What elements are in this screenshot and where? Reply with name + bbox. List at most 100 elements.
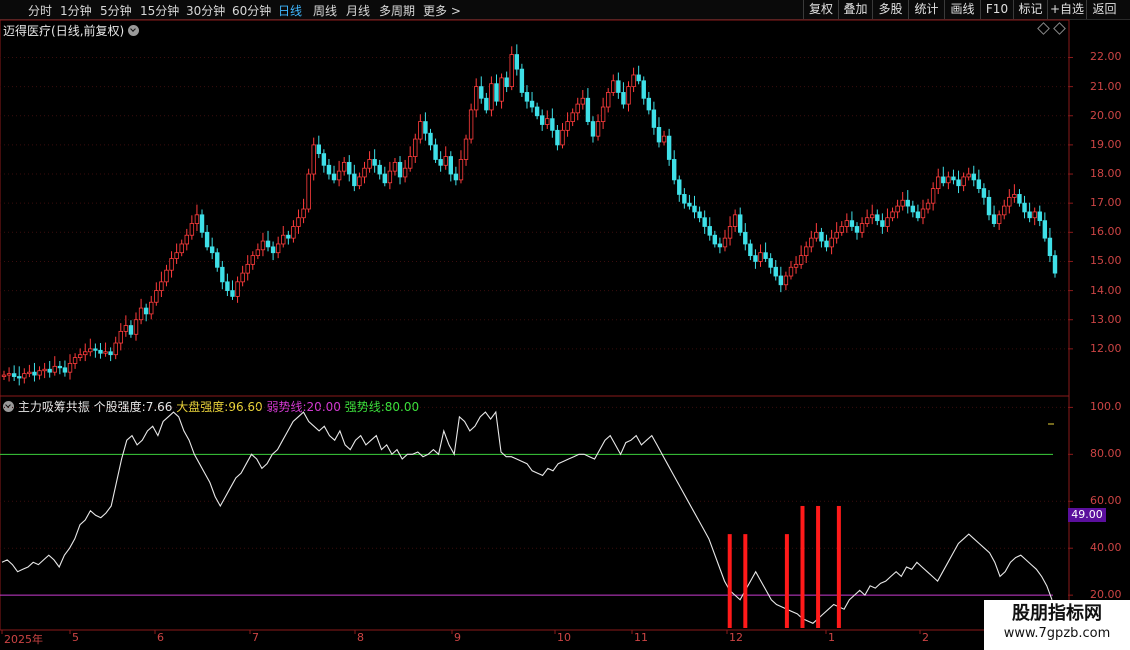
candle-body-152 (773, 266, 778, 277)
price-axis-label: 14.00 (1090, 283, 1122, 297)
candle-body-172 (875, 214, 880, 222)
period-tab-5[interactable]: 60分钟 (232, 2, 271, 19)
toolbar-button-1[interactable]: 叠加 (838, 0, 872, 19)
candle-body-76 (387, 170, 393, 184)
market-strength-label: 大盘强度: (176, 400, 229, 414)
watermark: 股朋指标网 www.7gpzb.com (984, 600, 1130, 650)
period-tab-1[interactable]: 1分钟 (60, 2, 92, 19)
candle-body-71 (362, 167, 367, 178)
signal-bar-0 (727, 534, 732, 628)
candle-body-68 (347, 161, 352, 175)
period-tab-8[interactable]: 月线 (346, 2, 370, 19)
candle-body-148 (753, 255, 758, 262)
candle-body-146 (743, 231, 748, 245)
period-tab-4[interactable]: 30分钟 (186, 2, 225, 19)
candle-body-89 (453, 173, 459, 181)
candle-body-63 (321, 153, 327, 166)
candle-body-131 (666, 135, 672, 160)
price-axis-label: 17.00 (1090, 196, 1122, 210)
candle-body-51 (260, 240, 266, 251)
indicator-dropdown-icon[interactable] (3, 401, 14, 412)
toolbar-button-2[interactable]: 多股 (872, 0, 908, 19)
candle-body-25 (128, 325, 134, 335)
period-tab-9[interactable]: 多周期 (379, 2, 415, 19)
candle-body-1 (6, 373, 12, 376)
period-tab-3[interactable]: 15分钟 (140, 2, 179, 19)
kline-chart[interactable] (0, 0, 1130, 650)
watermark-url: www.7gpzb.com (1003, 626, 1111, 641)
toolbar-button-4[interactable]: 画线 (944, 0, 980, 19)
candle-body-129 (656, 127, 662, 143)
candle-body-124 (631, 74, 636, 88)
candle-body-135 (687, 202, 692, 207)
candle-body-41 (209, 246, 215, 254)
date-axis-label: 1 (828, 631, 835, 644)
candle-body-97 (494, 83, 499, 102)
candle-body-16 (83, 351, 88, 356)
candle-body-80 (407, 156, 413, 169)
period-tab-2[interactable]: 5分钟 (100, 2, 132, 19)
period-tab-10[interactable]: 更多 > (423, 2, 461, 19)
toolbar-button-7[interactable]: +自选 (1047, 0, 1086, 19)
period-tab-0[interactable]: 分时 (28, 2, 52, 19)
candle-body-24 (123, 325, 129, 332)
candle-body-95 (484, 97, 489, 111)
toolbar-button-5[interactable]: F10 (980, 0, 1013, 19)
toolbar-button-3[interactable]: 统计 (908, 0, 944, 19)
candle-body-120 (611, 80, 616, 93)
candle-body-27 (138, 307, 144, 321)
price-axis-label: 21.00 (1090, 79, 1122, 93)
candle-body-61 (311, 144, 316, 175)
candle-body-4 (22, 373, 27, 379)
candle-body-37 (189, 223, 195, 236)
title-dropdown-icon[interactable] (128, 25, 140, 36)
candle-body-88 (448, 156, 454, 175)
candle-body-36 (184, 234, 189, 245)
candle-body-104 (529, 100, 535, 108)
period-tab-7[interactable]: 周线 (313, 2, 337, 19)
candle-body-162 (824, 240, 829, 248)
candle-body-13 (67, 363, 73, 373)
candle-body-107 (545, 118, 550, 125)
candle-body-191 (971, 173, 976, 181)
candle-body-184 (936, 176, 941, 190)
candle-body-153 (778, 275, 784, 286)
candle-body-132 (672, 159, 677, 181)
candle-body-28 (143, 307, 149, 315)
indicator-axis-label: 60.00 (1090, 494, 1122, 508)
toolbar-button-6[interactable]: 标记 (1013, 0, 1047, 19)
candle-body-190 (966, 173, 971, 178)
candle-body-180 (915, 211, 921, 219)
candle-body-33 (169, 258, 174, 271)
diamond-icon[interactable] (1037, 22, 1050, 35)
indicator-axis-label: 100.0 (1090, 400, 1122, 414)
candle-body-53 (270, 246, 276, 254)
candle-body-70 (357, 176, 362, 187)
toolbar-button-0[interactable]: 复权 (803, 0, 838, 19)
date-axis-label: 5 (72, 631, 79, 644)
candle-body-82 (418, 121, 423, 140)
candle-body-165 (839, 226, 844, 233)
candle-body-123 (626, 86, 631, 105)
date-axis-label: 10 (557, 631, 571, 644)
candle-body-11 (57, 365, 63, 369)
candle-body-157 (798, 255, 804, 265)
candle-body-202 (1027, 211, 1032, 219)
candle-body-150 (763, 252, 768, 259)
toolbar-button-8[interactable]: 返回 (1086, 0, 1122, 19)
candle-body-78 (397, 161, 403, 178)
candle-body-32 (164, 269, 169, 283)
candle-body-133 (677, 179, 682, 195)
indicator-axis-label: 80.00 (1090, 447, 1122, 461)
candle-body-186 (946, 176, 951, 184)
candle-body-42 (215, 252, 220, 268)
diamond-icon-2[interactable] (1053, 22, 1066, 35)
candle-body-160 (814, 231, 819, 239)
date-axis-label: 6 (157, 631, 164, 644)
candle-body-156 (793, 263, 799, 268)
candle-body-98 (499, 77, 504, 102)
strong-line-value: 80.00 (384, 400, 420, 414)
candle-body-99 (504, 77, 509, 88)
period-tab-6[interactable]: 日线 (278, 2, 302, 19)
candle-body-18 (93, 348, 98, 351)
